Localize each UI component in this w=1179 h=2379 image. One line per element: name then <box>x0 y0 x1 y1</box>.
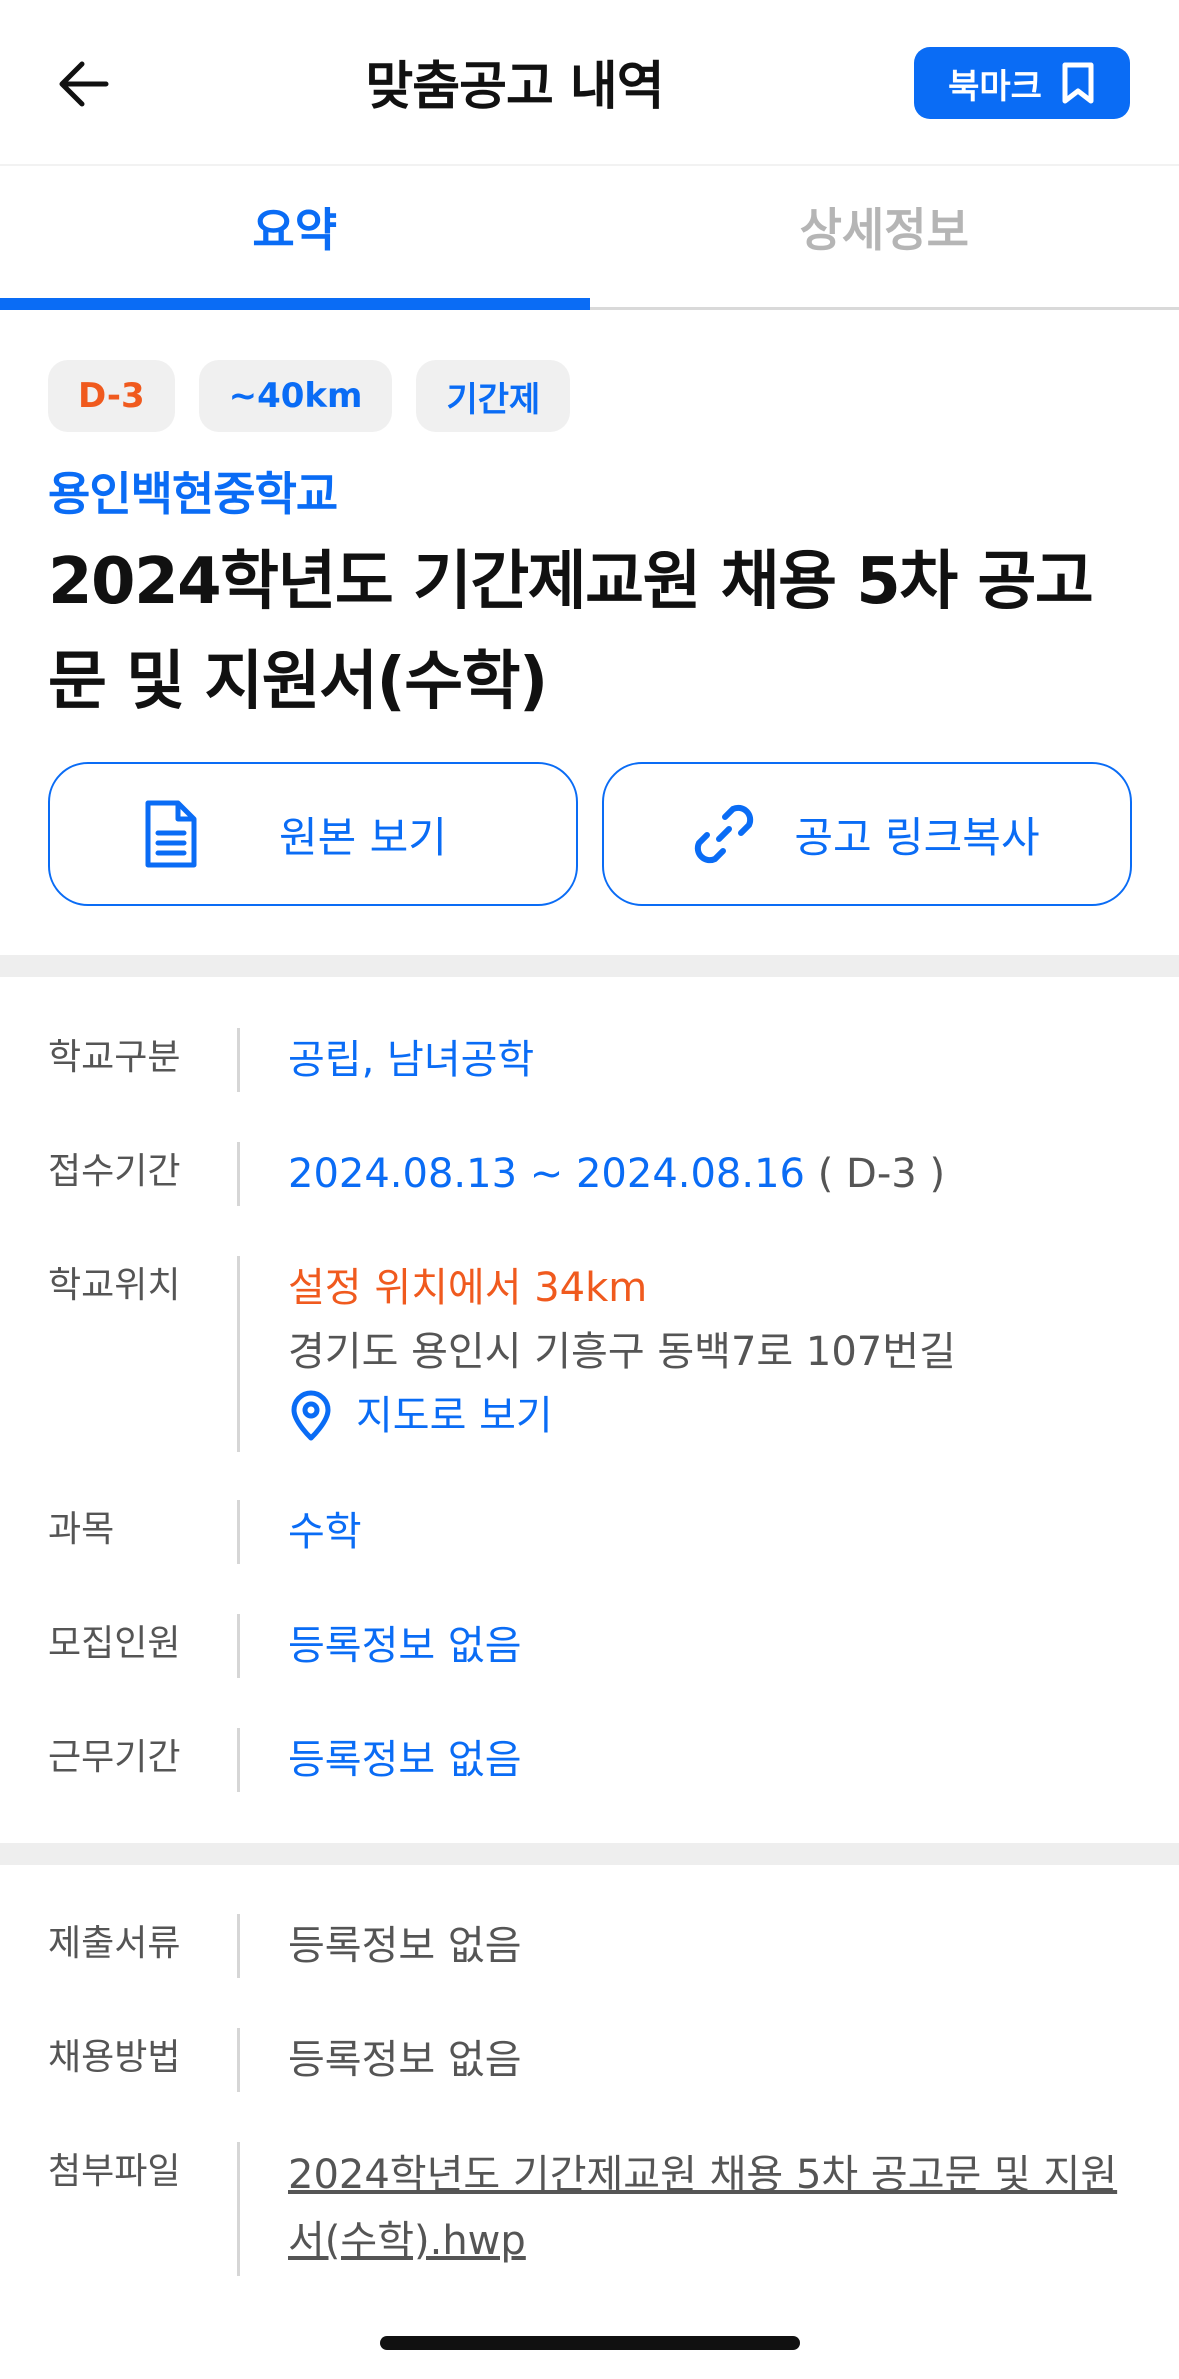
row-divider <box>237 1914 240 1978</box>
info-label: 학교구분 <box>48 1037 181 1078</box>
app-header: 맞춤공고 내역 북마크 <box>0 0 1179 166</box>
bookmark-icon <box>1062 62 1094 104</box>
period-dday: ( D-3 ) <box>817 1151 946 1197</box>
documents-value: 등록정보 없음 <box>288 1923 522 1969</box>
subject-value: 수학 <box>288 1509 362 1555</box>
job-title: 2024학년도 기간제교원 채용 5차 공고문 및 지원서(수학) <box>48 545 1094 719</box>
tab-bar: 요약 상세정보 <box>0 166 1179 310</box>
recruit-value: 등록정보 없음 <box>288 1623 522 1669</box>
period-value: 2024.08.13 ~ 2024.08.16 ( D-3 ) <box>288 1142 1138 1206</box>
view-original-label: 원본 보기 <box>279 812 447 862</box>
view-map-label: 지도로 보기 <box>356 1393 553 1439</box>
home-indicator <box>380 2336 800 2350</box>
school-name: 용인백현중학교 <box>48 467 338 521</box>
info-label: 과목 <box>48 1509 115 1550</box>
view-original-button[interactable]: 원본 보기 <box>48 762 578 906</box>
location-pin-icon <box>291 1390 331 1441</box>
row-divider <box>237 2142 240 2276</box>
info-label: 제출서류 <box>48 1923 181 1964</box>
copy-link-button[interactable]: 공고 링크복사 <box>602 762 1132 906</box>
row-divider <box>237 1728 240 1792</box>
info-label: 근무기간 <box>48 1737 181 1778</box>
school-type-value: 공립, 남녀공학 <box>288 1037 535 1083</box>
badge-group: D-3 ~40km 기간제 <box>48 360 571 432</box>
row-divider <box>237 1256 240 1452</box>
tab-summary[interactable]: 요약 <box>0 166 590 310</box>
info-label: 학교위치 <box>48 1265 181 1306</box>
document-icon <box>145 800 197 868</box>
location-address: 경기도 용인시 기흥구 동백7로 107번길 <box>288 1329 956 1375</box>
view-map-link[interactable]: 지도로 보기 <box>288 1384 1138 1448</box>
row-divider <box>237 2028 240 2092</box>
info-label: 첨부파일 <box>48 2151 181 2192</box>
row-divider <box>237 1500 240 1564</box>
attachment-file-link[interactable]: 2024학년도 기간제교원 채용 5차 공고문 및 지원서(수학).hwp <box>288 2142 1138 2274</box>
row-divider <box>237 1142 240 1206</box>
info-label: 채용방법 <box>48 2037 181 2078</box>
distance-badge: ~40km <box>198 360 393 432</box>
method-value: 등록정보 없음 <box>288 2037 522 2083</box>
row-divider <box>237 1028 240 1092</box>
location-value: 설정 위치에서 34km 경기도 용인시 기흥구 동백7로 107번길 지도로 … <box>288 1256 1138 1448</box>
bookmark-button[interactable]: 북마크 <box>914 47 1130 119</box>
work-period-value: 등록정보 없음 <box>288 1737 522 1783</box>
section-divider <box>0 1843 1179 1865</box>
bookmark-label: 북마크 <box>948 66 1042 107</box>
info-label: 모집인원 <box>48 1623 181 1664</box>
row-divider <box>237 1614 240 1678</box>
link-icon <box>694 804 754 864</box>
tab-details[interactable]: 상세정보 <box>590 166 1179 307</box>
copy-link-label: 공고 링크복사 <box>794 812 1040 862</box>
info-label: 접수기간 <box>48 1151 181 1192</box>
employment-type-badge: 기간제 <box>416 360 571 432</box>
section-divider <box>0 955 1179 977</box>
location-distance: 설정 위치에서 34km <box>288 1265 648 1311</box>
period-dates: 2024.08.13 ~ 2024.08.16 <box>288 1151 805 1197</box>
deadline-badge: D-3 <box>48 360 175 432</box>
